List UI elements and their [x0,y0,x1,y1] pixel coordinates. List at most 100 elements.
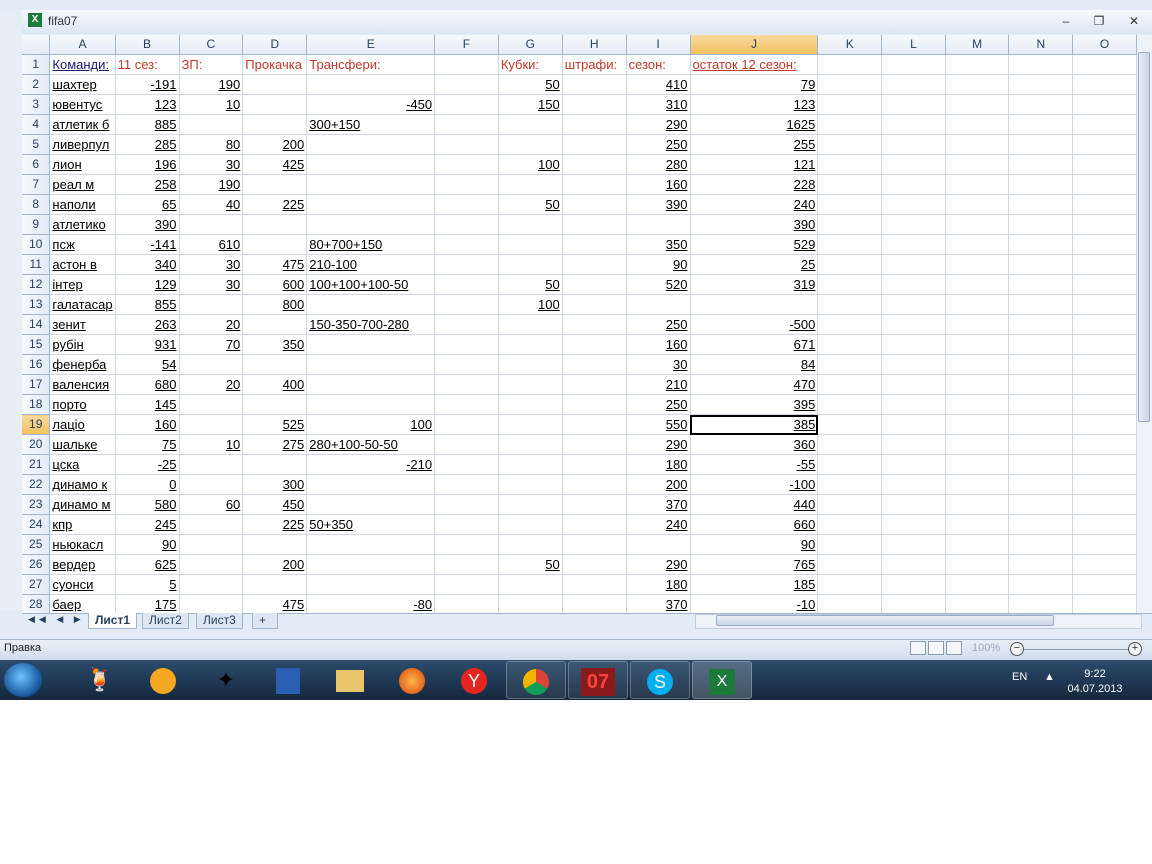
cell-j21[interactable]: -55 [690,454,819,475]
cell-f1[interactable] [434,54,499,75]
cell-e21[interactable]: -210 [306,454,436,475]
cell-l27[interactable] [881,574,946,595]
cell-g18[interactable] [498,394,563,415]
cell-g19[interactable] [498,414,563,435]
row-header[interactable]: 15 [22,334,51,355]
cell-f24[interactable] [434,514,499,535]
firefox-app-icon[interactable] [382,661,442,699]
cell-k4[interactable] [817,114,883,135]
cell-b19[interactable]: 160 [115,414,180,435]
cell-a27[interactable]: суонси [49,574,116,595]
column-header-e[interactable]: E [306,35,436,55]
cell-a14[interactable]: зенит [49,314,116,335]
cell-m9[interactable] [945,214,1010,235]
cell-k11[interactable] [817,254,883,275]
cell-f28[interactable] [434,594,499,613]
cell-c22[interactable] [179,474,244,495]
zoom-out-button[interactable]: − [1010,642,1024,656]
cell-h3[interactable] [562,94,627,115]
cell-m14[interactable] [945,314,1010,335]
close-button[interactable]: ✕ [1123,12,1145,30]
cell-n14[interactable] [1008,314,1074,335]
cell-e27[interactable] [306,574,436,595]
cell-a8[interactable]: наполи [49,194,116,215]
cell-a25[interactable]: ньюкасл [49,534,116,555]
cell-l16[interactable] [881,354,946,375]
cell-n22[interactable] [1008,474,1074,495]
cell-n5[interactable] [1008,134,1074,155]
cell-d7[interactable] [242,174,308,195]
cell-d23[interactable]: 450 [242,494,308,515]
cell-j27[interactable]: 185 [690,574,819,595]
cell-o10[interactable] [1072,234,1137,255]
start-button[interactable] [4,663,42,697]
cell-i25[interactable] [626,534,691,555]
row-header[interactable]: 5 [22,134,51,155]
cell-j12[interactable]: 319 [690,274,819,295]
cell-o15[interactable] [1072,334,1137,355]
column-header-g[interactable]: G [498,35,563,55]
cell-l18[interactable] [881,394,946,415]
horizontal-scroll-thumb[interactable] [716,615,1054,626]
cell-a17[interactable]: валенсия [49,374,116,395]
cell-j11[interactable]: 25 [690,254,819,275]
cell-n13[interactable] [1008,294,1074,315]
cell-d26[interactable]: 200 [242,554,308,575]
cell-h6[interactable] [562,154,627,175]
cell-g21[interactable] [498,454,563,475]
cell-k14[interactable] [817,314,883,335]
cell-k26[interactable] [817,554,883,575]
cell-j4[interactable]: 1625 [690,114,819,135]
cell-b18[interactable]: 145 [115,394,180,415]
cell-i6[interactable]: 280 [626,154,691,175]
cell-k28[interactable] [817,594,883,613]
vertical-scroll-thumb[interactable] [1138,52,1150,422]
cell-g20[interactable] [498,434,563,455]
cell-e9[interactable] [306,214,436,235]
cell-c19[interactable] [179,414,244,435]
cell-e15[interactable] [306,334,436,355]
row-header[interactable]: 10 [22,234,51,255]
cell-h14[interactable] [562,314,627,335]
cell-k23[interactable] [817,494,883,515]
cell-i12[interactable]: 520 [626,274,691,295]
cell-f17[interactable] [434,374,499,395]
cell-k3[interactable] [817,94,883,115]
cell-k16[interactable] [817,354,883,375]
cell-g4[interactable] [498,114,563,135]
cell-n4[interactable] [1008,114,1074,135]
tray-expand-icon[interactable]: ▲ [1044,671,1055,683]
cell-b17[interactable]: 680 [115,374,180,395]
cell-b13[interactable]: 855 [115,294,180,315]
cell-g14[interactable] [498,314,563,335]
row-header[interactable]: 19 [22,414,51,435]
cell-f8[interactable] [434,194,499,215]
row-header[interactable]: 11 [22,254,51,275]
cell-l3[interactable] [881,94,946,115]
cell-h16[interactable] [562,354,627,375]
cell-b22[interactable]: 0 [115,474,180,495]
cell-m17[interactable] [945,374,1010,395]
cell-c9[interactable] [179,214,244,235]
cell-k12[interactable] [817,274,883,295]
column-header-i[interactable]: I [626,35,691,55]
cell-h21[interactable] [562,454,627,475]
cell-g28[interactable] [498,594,563,613]
cell-d11[interactable]: 475 [242,254,308,275]
cell-f4[interactable] [434,114,499,135]
cell-f13[interactable] [434,294,499,315]
cell-m28[interactable] [945,594,1010,613]
cell-i16[interactable]: 30 [626,354,691,375]
cell-o28[interactable] [1072,594,1137,613]
cell-d18[interactable] [242,394,308,415]
cell-b10[interactable]: -141 [115,234,180,255]
cell-i11[interactable]: 90 [626,254,691,275]
cell-j9[interactable]: 390 [690,214,819,235]
row-header[interactable]: 4 [22,114,51,135]
cell-k18[interactable] [817,394,883,415]
select-all-corner[interactable] [22,35,51,55]
cell-j8[interactable]: 240 [690,194,819,215]
cell-g12[interactable]: 50 [498,274,563,295]
row-header[interactable]: 17 [22,374,51,395]
cell-o5[interactable] [1072,134,1137,155]
